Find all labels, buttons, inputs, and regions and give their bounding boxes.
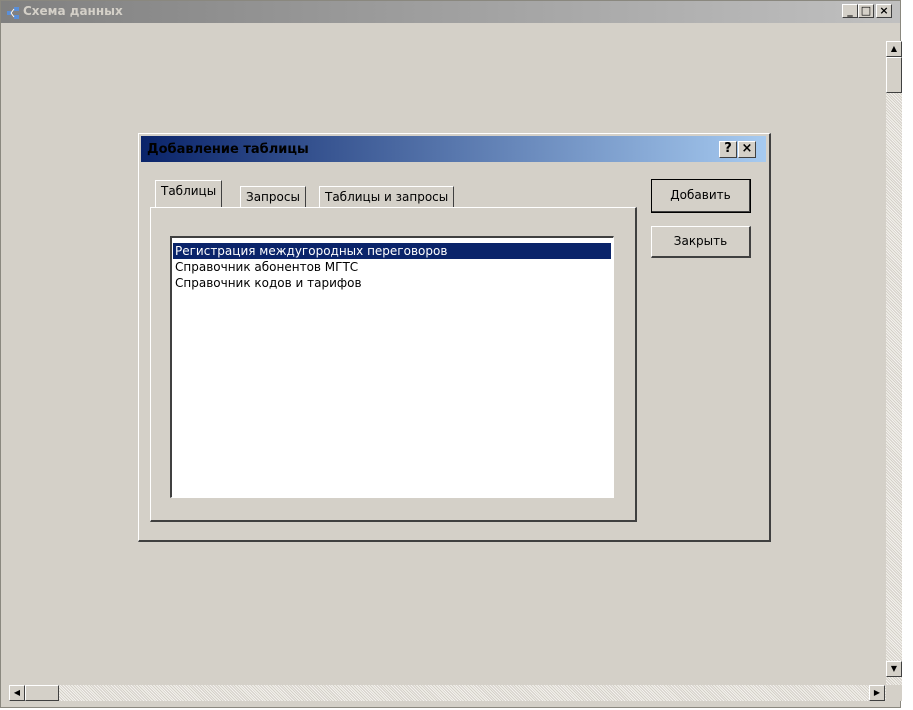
scroll-left-button[interactable]: ◀ — [9, 685, 25, 701]
tab-tables[interactable]: Таблицы — [155, 180, 223, 207]
dialog-title-bar[interactable]: Добавление таблицы ? × — [141, 136, 766, 162]
list-item[interactable]: Справочник кодов и тарифов — [173, 275, 364, 291]
tab-panel: Регистрация междугородных переговоров Сп… — [150, 207, 637, 522]
window-title: Схема данных — [23, 4, 123, 18]
scroll-right-button[interactable]: ▶ — [869, 685, 885, 701]
horizontal-scroll-thumb[interactable] — [25, 685, 59, 701]
window-title-bar[interactable]: Схема данных _ □ × — [1, 1, 900, 23]
list-item[interactable]: Регистрация междугородных переговоров — [173, 243, 611, 259]
vertical-scroll-thumb[interactable] — [886, 57, 902, 93]
close-dialog-button[interactable]: × — [738, 141, 756, 158]
add-table-dialog: Добавление таблицы ? × Таблицы Запросы Т… — [138, 133, 771, 542]
table-listbox[interactable]: Регистрация междугородных переговоров Сп… — [170, 236, 614, 498]
size-grip[interactable] — [886, 685, 902, 701]
close-button[interactable]: Закрыть — [651, 226, 751, 258]
maximize-button[interactable]: □ — [858, 4, 874, 18]
minimize-button[interactable]: _ — [842, 4, 858, 18]
relationships-icon — [7, 7, 19, 19]
scroll-down-button[interactable]: ▼ — [886, 661, 902, 677]
list-item[interactable]: Справочник абонентов МГТС — [173, 259, 360, 275]
dialog-title: Добавление таблицы — [147, 142, 309, 157]
vertical-scrollbar[interactable]: ▲ ▼ — [886, 41, 902, 685]
close-window-button[interactable]: × — [876, 4, 892, 18]
add-button[interactable]: Добавить — [651, 179, 751, 213]
scroll-up-button[interactable]: ▲ — [886, 41, 902, 57]
horizontal-scrollbar[interactable]: ◀ ▶ — [9, 685, 886, 701]
help-button[interactable]: ? — [719, 141, 737, 158]
